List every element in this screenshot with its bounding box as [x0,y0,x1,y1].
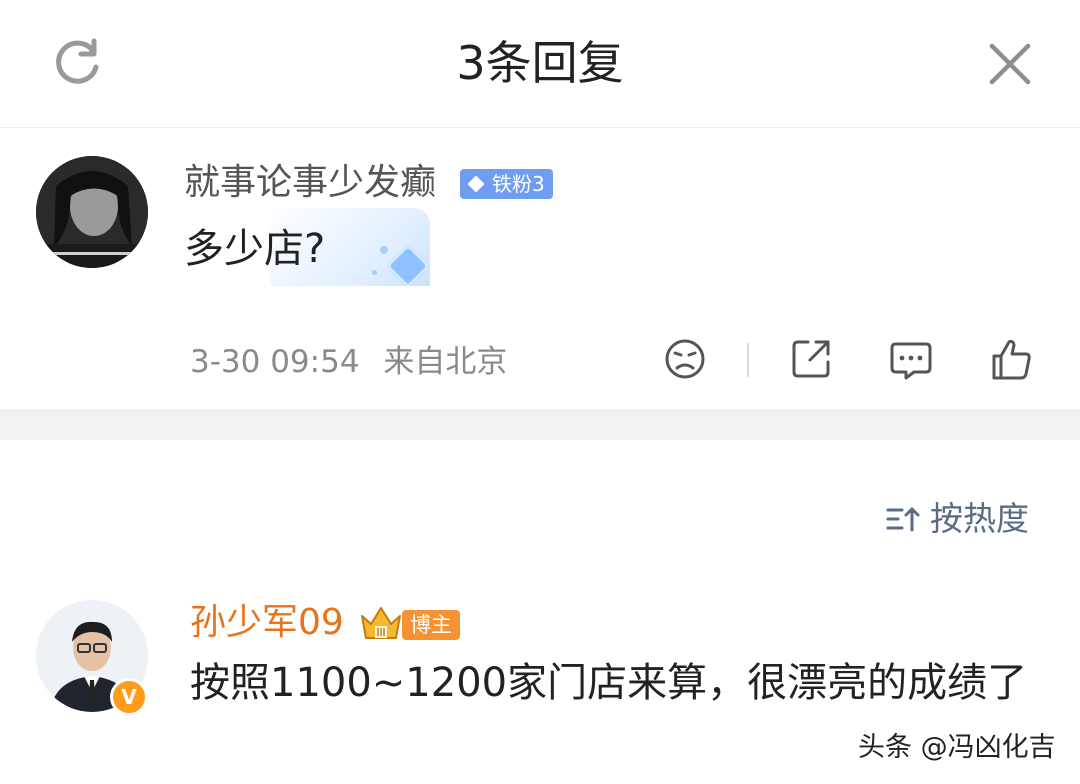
divider [747,343,749,377]
fan-badge-label: 铁粉3 [492,172,545,196]
comment-meta: 3-30 09:54 来自北京 [190,340,507,384]
location: 来自北京 [383,344,508,380]
reply-text: 按照1100~1200家门店来算，很漂亮的成绩了 [190,660,1028,706]
reply-username[interactable]: 孙少军09 [190,598,344,648]
verified-badge: V [110,678,148,716]
sort-label: 按热度 [930,499,1029,538]
root-comment-text: 多少店? [184,226,326,272]
crown-icon [361,607,401,639]
watermark: 头条 @冯凶化吉 [858,732,1056,763]
root-username[interactable]: 就事论事少发癫 [184,158,436,208]
diamond-icon [467,175,485,193]
dislike-icon[interactable] [662,336,708,382]
timestamp: 3-30 09:54 [190,344,360,380]
sort-icon [886,507,920,532]
decoration-dot [372,270,377,275]
page-title: 3条回复 [456,36,624,90]
close-icon[interactable] [984,38,1036,90]
avatar[interactable] [36,156,148,268]
like-icon[interactable] [988,336,1034,382]
root-comment: 就事论事少发癫 铁粉3 多少店? 3-30 09:54 来自北京 [0,128,1080,410]
fan-badge[interactable]: 铁粉3 [460,169,553,199]
top-bar: 3条回复 [0,0,1080,128]
share-icon[interactable] [788,336,834,382]
comment-icon[interactable] [888,336,934,382]
avatar-photo [36,156,148,268]
role-badge: 博主 [402,610,460,640]
decoration-dot [380,246,388,254]
section-divider [0,410,1080,440]
